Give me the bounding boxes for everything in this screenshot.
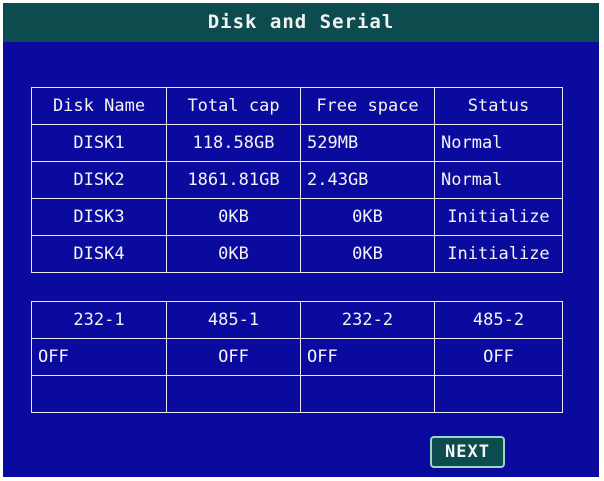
free-space-cell: 0KB xyxy=(300,235,435,273)
total-cap-cell: 1861.81GB xyxy=(166,161,301,199)
header-status: Status xyxy=(434,87,563,125)
header-232-2: 232-2 xyxy=(300,301,435,339)
status-cell[interactable]: Initialize xyxy=(434,235,563,273)
disk-table: Disk Name Total cap Free space Status DI… xyxy=(31,87,563,273)
serial-empty-row xyxy=(31,375,563,413)
empty-cell xyxy=(31,375,167,413)
disk-name-cell: DISK4 xyxy=(31,235,167,273)
header-485-2: 485-2 xyxy=(434,301,563,339)
serial-232-1-value[interactable]: OFF xyxy=(31,338,167,376)
serial-table-header-row: 232-1 485-1 232-2 485-2 xyxy=(31,301,563,339)
empty-cell xyxy=(300,375,435,413)
disk-name-cell: DISK1 xyxy=(31,124,167,162)
serial-table: 232-1 485-1 232-2 485-2 OFF OFF OFF OFF xyxy=(31,301,563,413)
total-cap-cell: 0KB xyxy=(166,235,301,273)
serial-485-1-value[interactable]: OFF xyxy=(166,338,301,376)
header-disk-name: Disk Name xyxy=(31,87,167,125)
serial-232-2-value[interactable]: OFF xyxy=(300,338,435,376)
header-232-1: 232-1 xyxy=(31,301,167,339)
table-row[interactable]: DISK3 0KB 0KB Initialize xyxy=(31,198,563,236)
header-total-cap: Total cap xyxy=(166,87,301,125)
empty-cell xyxy=(166,375,301,413)
header-485-1: 485-1 xyxy=(166,301,301,339)
total-cap-cell: 0KB xyxy=(166,198,301,236)
disk-name-cell: DISK3 xyxy=(31,198,167,236)
serial-485-2-value[interactable]: OFF xyxy=(434,338,563,376)
free-space-cell: 2.43GB xyxy=(300,161,435,199)
dvr-settings-screen: Disk and Serial Disk Name Total cap Free… xyxy=(3,3,599,477)
status-cell: Normal xyxy=(434,161,563,199)
serial-values-row: OFF OFF OFF OFF xyxy=(31,338,563,376)
next-button[interactable]: NEXT xyxy=(430,436,505,468)
disk-name-cell: DISK2 xyxy=(31,161,167,199)
free-space-cell: 0KB xyxy=(300,198,435,236)
table-row[interactable]: DISK2 1861.81GB 2.43GB Normal xyxy=(31,161,563,199)
total-cap-cell: 118.58GB xyxy=(166,124,301,162)
status-cell: Normal xyxy=(434,124,563,162)
page-title: Disk and Serial xyxy=(3,3,599,42)
empty-cell xyxy=(434,375,563,413)
table-row[interactable]: DISK1 118.58GB 529MB Normal xyxy=(31,124,563,162)
header-free-space: Free space xyxy=(300,87,435,125)
disk-table-header-row: Disk Name Total cap Free space Status xyxy=(31,87,563,125)
status-cell[interactable]: Initialize xyxy=(434,198,563,236)
table-row[interactable]: DISK4 0KB 0KB Initialize xyxy=(31,235,563,273)
free-space-cell: 529MB xyxy=(300,124,435,162)
